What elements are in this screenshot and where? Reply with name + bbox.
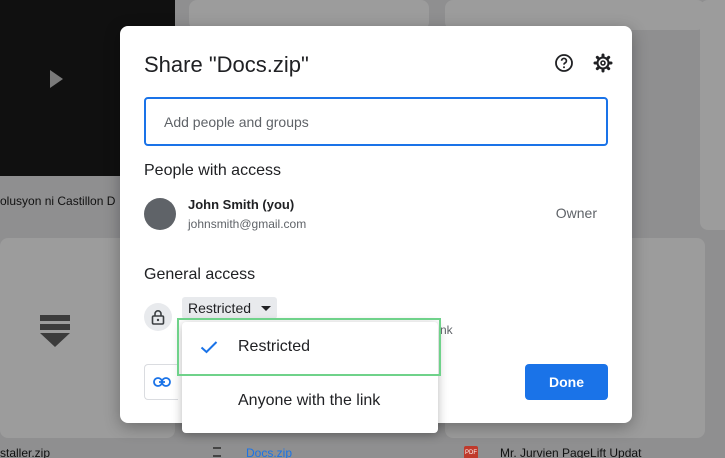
role-label: Owner (555, 205, 597, 221)
access-description-fragment: nk (440, 323, 453, 337)
general-access-title: General access (144, 266, 256, 283)
done-button[interactable]: Done (525, 364, 608, 400)
person-name: John Smith (you) (188, 197, 295, 212)
file-name: staller.zip (0, 446, 51, 458)
copy-link-button[interactable] (144, 364, 178, 400)
file-name: Docs.zip (246, 446, 293, 458)
general-access-value: Restricted (188, 300, 252, 316)
avatar (144, 198, 176, 230)
lock-badge (144, 303, 172, 331)
dialog-title: Share "Docs.zip" (144, 52, 309, 77)
file-card[interactable] (700, 0, 725, 230)
settings-button[interactable] (592, 52, 614, 74)
link-icon (152, 377, 171, 387)
add-people-input[interactable] (146, 99, 606, 144)
zip-file-icon (213, 447, 221, 457)
pdf-icon: PDF (464, 446, 478, 458)
help-circle-icon (555, 54, 573, 72)
installer-icon (40, 315, 70, 357)
file-name: Mr. Jurvien PageLift Updat (500, 446, 642, 458)
menu-option-anyone-with-link[interactable]: Anyone with the link (182, 377, 438, 425)
help-button[interactable] (553, 52, 575, 74)
file-name: olusyon ni Castillon D (0, 194, 116, 208)
add-people-field[interactable] (144, 97, 608, 146)
checkmark-icon (200, 341, 218, 354)
gear-icon (593, 53, 613, 73)
access-menu: Restricted Anyone with the link (177, 318, 441, 433)
people-section-title: People with access (144, 162, 281, 179)
menu-option-restricted[interactable]: Restricted (177, 318, 441, 376)
caret-down-icon (261, 305, 272, 311)
general-access-dropdown[interactable]: Restricted (182, 297, 278, 319)
menu-option-label: Anyone with the link (238, 392, 381, 409)
lock-icon (151, 310, 165, 325)
person-email: johnsmith@gmail.com (188, 217, 307, 231)
play-icon (50, 70, 63, 88)
menu-option-label: Restricted (238, 338, 311, 355)
